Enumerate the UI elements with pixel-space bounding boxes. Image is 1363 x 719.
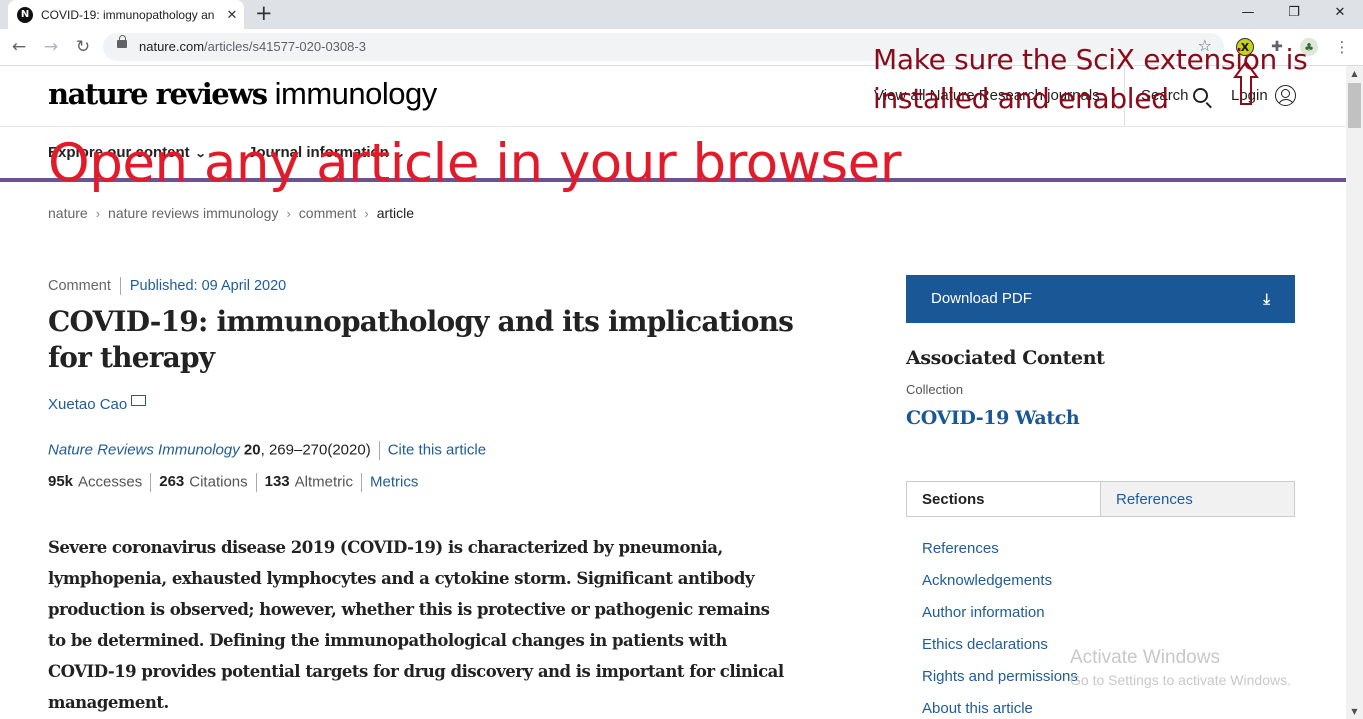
minimize-icon[interactable]: — (1225, 0, 1271, 24)
close-tab-icon[interactable]: ✕ (222, 7, 242, 23)
accesses-label: Accesses (78, 473, 143, 491)
url-domain: nature.com (139, 39, 205, 54)
extension-instruction-line2: installed and enabled (873, 82, 1169, 115)
section-link-about[interactable]: About this article (922, 693, 1078, 719)
url-text[interactable]: nature.com/articles/s41577-020-0308-3 (139, 39, 366, 54)
activate-windows-subtitle: Go to Settings to activate Windows. (1070, 672, 1291, 688)
associated-content-heading: Associated Content (906, 347, 1105, 369)
sections-list: References Acknowledgements Author infor… (922, 533, 1078, 719)
new-tab-icon[interactable]: + (255, 2, 273, 24)
article-type: Comment (48, 277, 111, 294)
chevron-right-icon: › (286, 206, 291, 221)
download-pdf-label: Download PDF (931, 290, 1032, 307)
article-stats: 95k Accesses 263 Citations 133 Altmetric Metri… (48, 473, 418, 492)
window-close-icon[interactable]: ✕ (1317, 0, 1363, 24)
chevron-right-icon: › (364, 206, 369, 221)
article-meta: Comment Published: 09 April 2020 (48, 277, 286, 295)
logo-light: immunology (266, 76, 438, 111)
stats-divider (361, 473, 362, 492)
meta-divider (119, 277, 121, 295)
article-abstract: Severe coronavirus disease 2019 (COVID-1… (48, 538, 784, 712)
chevron-right-icon: › (95, 206, 101, 221)
page-scrollbar[interactable]: ▲ ▼ (1346, 66, 1363, 719)
lock-icon (117, 35, 127, 48)
scroll-thumb[interactable] (1348, 83, 1361, 128)
forward-icon[interactable]: → (39, 36, 63, 58)
extension-instruction: Make sure the SciX extension is installe… (873, 40, 1308, 118)
download-icon: ⤓ (1263, 290, 1270, 308)
journal-logo[interactable]: nature reviews immunology (48, 76, 437, 112)
metrics-link[interactable]: Metrics (370, 473, 418, 490)
citations-count: 263 (159, 473, 185, 491)
stats-divider (150, 473, 152, 492)
reload-icon[interactable]: ↻ (71, 36, 95, 58)
header-separator (0, 126, 1346, 127)
browser-menu-icon[interactable]: ⋮ (1333, 38, 1351, 56)
activate-windows-title: Activate Windows (1070, 647, 1220, 668)
section-link-ethics[interactable]: Ethics declarations (922, 629, 1078, 661)
breadcrumb-journal[interactable]: nature reviews immunology (108, 205, 278, 221)
journal-volume: 20 (243, 441, 261, 459)
section-link-author-information[interactable]: Author information (922, 597, 1078, 629)
section-link-rights[interactable]: Rights and permissions (922, 661, 1078, 693)
logo-bold: nature reviews (48, 77, 268, 111)
open-article-instruction: Open any article in your browser (48, 133, 902, 194)
scroll-down-icon[interactable]: ▼ (1346, 704, 1363, 719)
published-date: Published: 09 April 2020 (129, 277, 287, 294)
url-path: /articles/s41577-020-0308-3 (204, 39, 366, 54)
tab-strip: N COVID-19: immunopathology an ✕ + — ❐ ✕ (0, 0, 1363, 29)
breadcrumb-nature[interactable]: nature (48, 205, 88, 221)
sidebar-tabs: Sections References (906, 481, 1295, 517)
browser-tab[interactable]: N COVID-19: immunopathology an ✕ (8, 0, 244, 29)
collection-label: Collection (906, 382, 964, 397)
tab-references[interactable]: References (1101, 482, 1294, 516)
tab-sections[interactable]: Sections (907, 482, 1101, 516)
breadcrumb-comment[interactable]: comment (299, 205, 357, 221)
tab-title: COVID-19: immunopathology an (41, 7, 215, 22)
journal-pages: , 269–270(2020) (260, 441, 371, 459)
altmetric-count: 133 (264, 473, 290, 491)
breadcrumb-article: article (376, 205, 415, 221)
accesses-count: 95k (48, 473, 74, 491)
mail-icon[interactable] (131, 395, 147, 406)
covid-watch-link[interactable]: COVID-19 Watch (906, 407, 1080, 429)
author-name: Xuetao Cao (48, 396, 128, 413)
citation-line: Nature Reviews Immunology 20, 269–270(20… (48, 441, 486, 460)
breadcrumb: nature › nature reviews immunology › comment… (48, 205, 414, 221)
download-pdf-button[interactable]: Download PDF ⤓ (906, 275, 1295, 323)
citations-label: Citations (189, 473, 248, 491)
extension-instruction-line1: Make sure the SciX extension is (873, 43, 1308, 76)
back-icon[interactable]: ← (7, 36, 31, 58)
nature-favicon-icon: N (17, 6, 33, 23)
cite-divider (378, 441, 380, 460)
article-title: COVID-19: immunopathology and its implic… (48, 305, 794, 374)
cite-this-article-link[interactable]: Cite this article (388, 441, 486, 458)
section-link-acknowledgements[interactable]: Acknowledgements (922, 565, 1078, 597)
restore-icon[interactable]: ❐ (1271, 0, 1317, 24)
author-link[interactable]: Xuetao Cao (48, 395, 147, 413)
scroll-up-icon[interactable]: ▲ (1346, 66, 1363, 81)
stats-divider (255, 473, 257, 492)
altmetric-label: Altmetric (294, 473, 353, 491)
section-link-references[interactable]: References (922, 533, 1078, 565)
journal-name[interactable]: Nature Reviews Immunology (48, 441, 240, 458)
